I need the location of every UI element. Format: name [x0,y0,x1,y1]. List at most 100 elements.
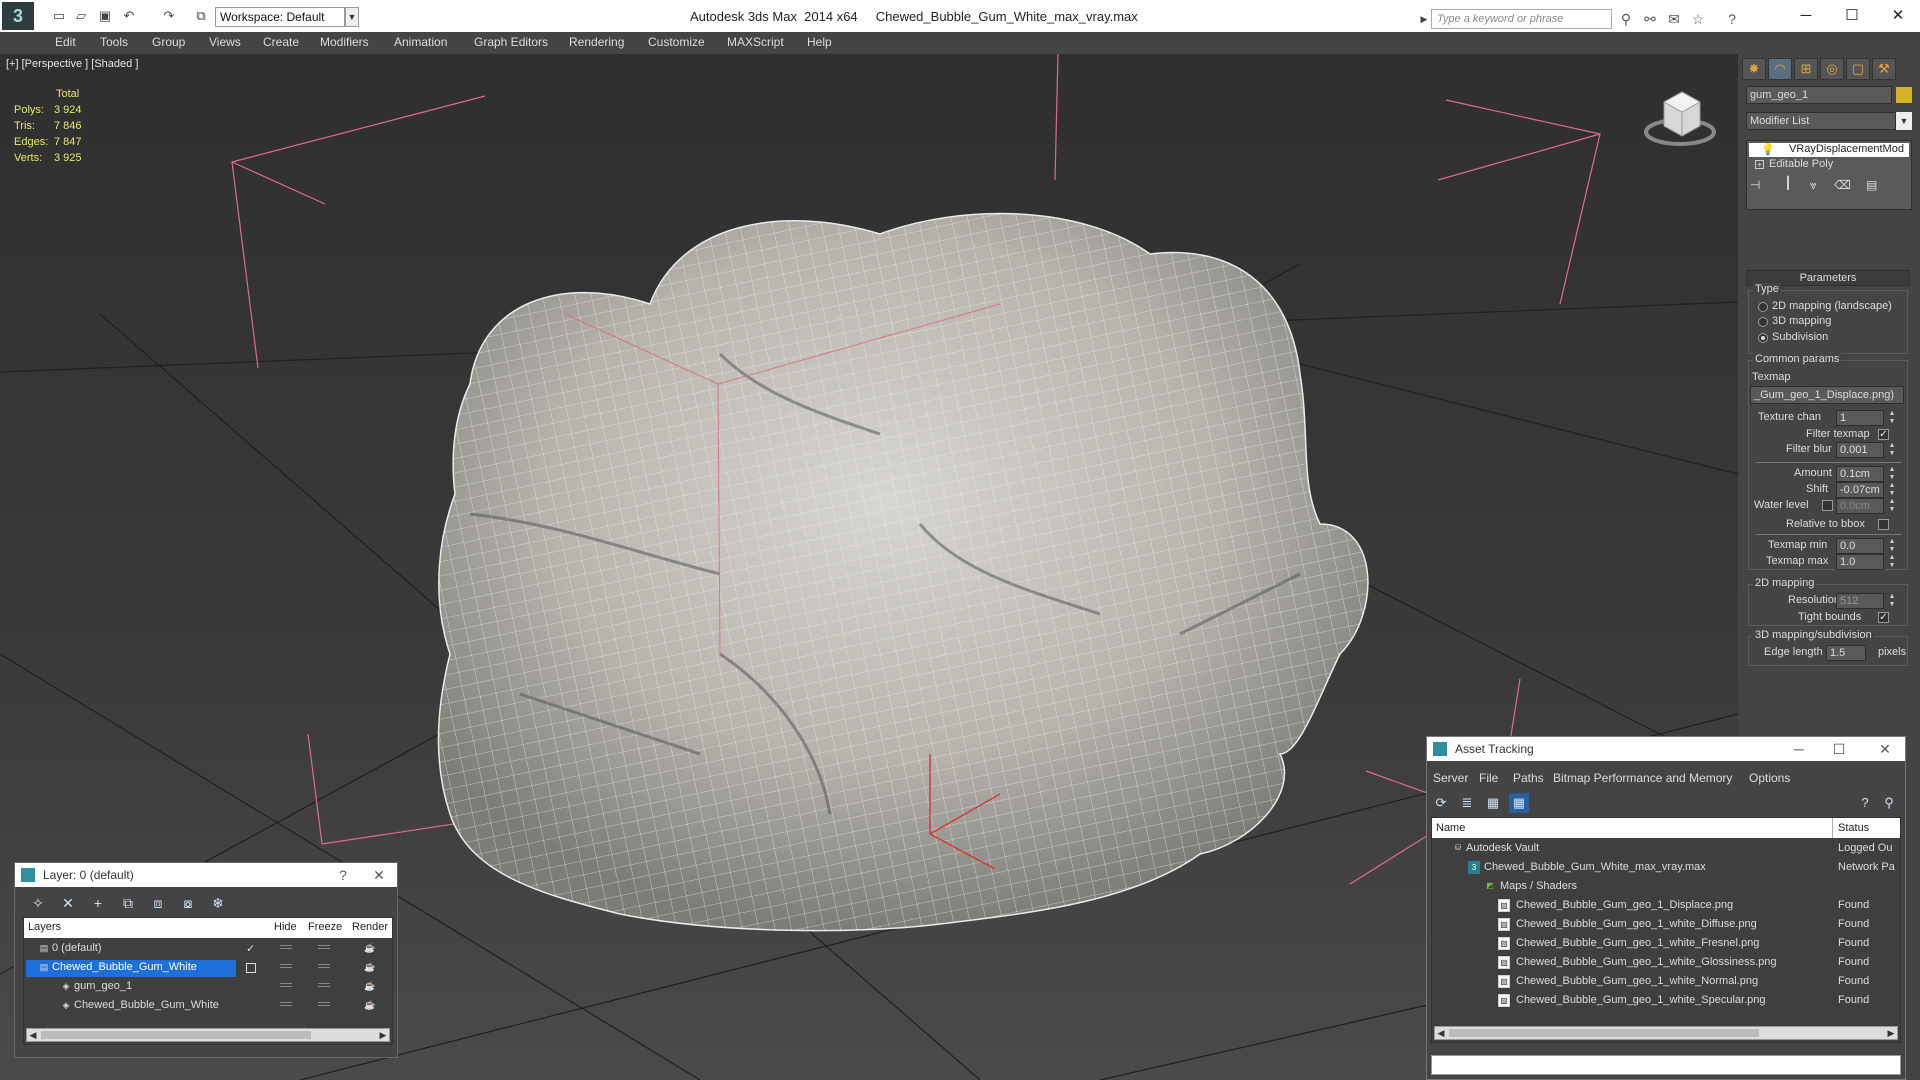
asset-path-field[interactable] [1431,1055,1901,1075]
render-teapot-icon[interactable]: ☕ [364,943,376,953]
pin-stack-icon[interactable]: ⊣ [1750,178,1760,192]
freeze-all-layers-icon[interactable]: ❄ [207,893,229,913]
asset-row[interactable]: ▨ Chewed_Bubble_Gum_geo_1_Displace.png F… [1432,897,1900,916]
scroll-thumb[interactable] [41,1031,311,1039]
modify-tab-icon[interactable]: ◠ [1768,58,1792,80]
radio-subdivision[interactable] [1758,333,1768,343]
scroll-right-icon[interactable]: ▶ [1885,1027,1897,1039]
column-header[interactable]: Layers [28,921,61,933]
freeze-toggle[interactable] [318,964,330,968]
texture-chan-field[interactable]: 1 [1836,410,1884,426]
modifier-list-arrow-icon[interactable]: ▼ [1896,112,1912,130]
new-file-icon[interactable]: ▭ [50,8,68,24]
asset-row[interactable]: ▨ Chewed_Bubble_Gum_geo_1_white_Diffuse.… [1432,916,1900,935]
menu-views[interactable]: Views [209,35,241,49]
radio-3d-mapping[interactable] [1758,317,1768,327]
search-expand-icon[interactable]: ▶ [1419,10,1429,28]
open-file-icon[interactable]: ▱ [72,8,90,24]
texmap-button[interactable]: _Gum_geo_1_Displace.png) [1750,386,1904,404]
new-layer-icon[interactable]: ✧ [27,893,49,913]
shift-field[interactable]: -0.07cm [1836,482,1884,498]
menu-bitmap-performance[interactable]: Bitmap Performance and Memory [1553,771,1732,785]
spinner-icon[interactable]: ▲ ▼ [1888,498,1896,514]
spinner-icon[interactable]: ▲ ▼ [1888,442,1896,458]
column-divider[interactable] [1832,818,1833,838]
menu-maxscript[interactable]: MAXScript [727,35,784,49]
menu-server[interactable]: Server [1433,771,1468,785]
create-tab-icon[interactable]: ✸ [1742,58,1766,80]
render-teapot-icon[interactable]: ☕ [364,981,376,991]
asset-row[interactable]: ▨ Chewed_Bubble_Gum_geo_1_white_Fresnel.… [1432,935,1900,954]
asset-row[interactable]: ⛁ Autodesk Vault Logged Ou [1432,840,1900,859]
column-header[interactable]: Status [1838,822,1869,834]
workspace-dropdown-arrow-icon[interactable]: ▼ [345,7,359,27]
radio-2d-mapping[interactable] [1758,302,1768,312]
asset-row[interactable]: ◩ Maps / Shaders [1432,878,1900,897]
asset-row[interactable]: 3 Chewed_Bubble_Gum_White_max_vray.max N… [1432,859,1900,878]
render-teapot-icon[interactable]: ☕ [364,962,376,972]
spinner-icon[interactable]: ▲ ▼ [1888,554,1896,570]
app-logo-icon[interactable]: 3 [2,2,34,30]
menu-group[interactable]: Group [152,35,185,49]
minimize-icon[interactable]: ─ [1784,4,1828,28]
tight-bounds-checkbox[interactable]: ✓ [1878,612,1889,623]
menu-animation[interactable]: Animation [394,35,447,49]
help-button[interactable]: ? [329,863,357,887]
menu-graph-editors[interactable]: Graph Editors [474,35,548,49]
maximize-icon[interactable]: ☐ [1825,737,1853,761]
motion-tab-icon[interactable]: ◎ [1820,58,1844,80]
undo-icon[interactable]: ↶ [120,8,138,24]
modifier-list-dropdown[interactable]: Modifier List [1746,112,1896,130]
column-header[interactable]: Name [1436,822,1465,834]
highlight-selected-icon[interactable]: ⧈ [147,893,169,913]
asset-row[interactable]: ▨ Chewed_Bubble_Gum_geo_1_white_Glossine… [1432,954,1900,973]
layer-row[interactable]: ◈ Chewed_Bubble_Gum_White ☕ [24,997,392,1016]
workspace-dropdown[interactable]: Workspace: Default [215,7,345,27]
spinner-icon[interactable]: ▲ ▼ [1888,466,1896,482]
freeze-toggle[interactable] [318,983,330,987]
menu-edit[interactable]: Edit [55,35,76,49]
close-icon[interactable]: ✕ [1871,737,1899,761]
maximize-icon[interactable]: ☐ [1830,4,1874,28]
menu-file[interactable]: File [1479,771,1498,785]
object-name-field[interactable]: gum_geo_1 [1746,86,1892,104]
project-folder-icon[interactable]: ⧉ [192,8,210,24]
scroll-thumb[interactable] [1449,1029,1759,1037]
show-end-result-icon[interactable]: ┃ [1778,176,1798,194]
render-teapot-icon[interactable]: ☕ [364,1000,376,1010]
list-view-icon[interactable]: ≣ [1457,793,1477,813]
delete-layer-icon[interactable]: ✕ [57,893,79,913]
amount-field[interactable]: 0.1cm [1836,466,1884,482]
communication-icon[interactable]: ✉ [1664,9,1684,29]
texmap-min-field[interactable]: 0.0 [1836,538,1884,554]
menu-paths[interactable]: Paths [1513,771,1544,785]
active-layer-checkmark-icon[interactable]: ✓ [246,942,255,955]
column-header[interactable]: Hide [274,921,297,933]
viewport-label[interactable]: [+] [Perspective ] [Shaded ] [6,58,138,70]
column-header[interactable]: Render [352,921,388,933]
help-icon[interactable]: ? [1855,793,1875,813]
edge-length-field[interactable]: 1.5 [1826,645,1866,661]
resolution-field[interactable]: 512 [1836,593,1884,609]
spinner-icon[interactable]: ▲ ▼ [1888,593,1896,609]
layer-row[interactable]: ▤ 0 (default) ✓ ☕ [24,940,392,959]
texmap-max-field[interactable]: 1.0 [1836,554,1884,570]
menu-customize[interactable]: Customize [648,35,705,49]
hierarchy-tab-icon[interactable]: ⊞ [1794,58,1818,80]
minimize-icon[interactable]: ─ [1785,737,1813,761]
hide-all-layers-icon[interactable]: ⧇ [177,893,199,913]
stack-bulb-icon[interactable]: 💡 [1761,143,1775,156]
save-file-icon[interactable]: ▣ [96,8,114,24]
help-icon[interactable]: ? [1722,9,1742,29]
remove-modifier-icon[interactable]: ⌫ [1834,178,1851,192]
menu-rendering[interactable]: Rendering [569,35,624,49]
menu-tools[interactable]: Tools [100,35,128,49]
freeze-toggle[interactable] [318,1002,330,1006]
viewcube-icon[interactable] [1644,91,1716,146]
search-input[interactable]: Type a keyword or phrase [1431,9,1612,29]
asset-row[interactable]: ▨ Chewed_Bubble_Gum_geo_1_white_Specular… [1432,992,1900,1011]
hide-toggle[interactable] [280,945,292,949]
hide-toggle[interactable] [280,964,292,968]
spinner-icon[interactable]: ▲ ▼ [1888,538,1896,554]
horizontal-scrollbar[interactable]: ◀ ▶ [1434,1026,1898,1040]
